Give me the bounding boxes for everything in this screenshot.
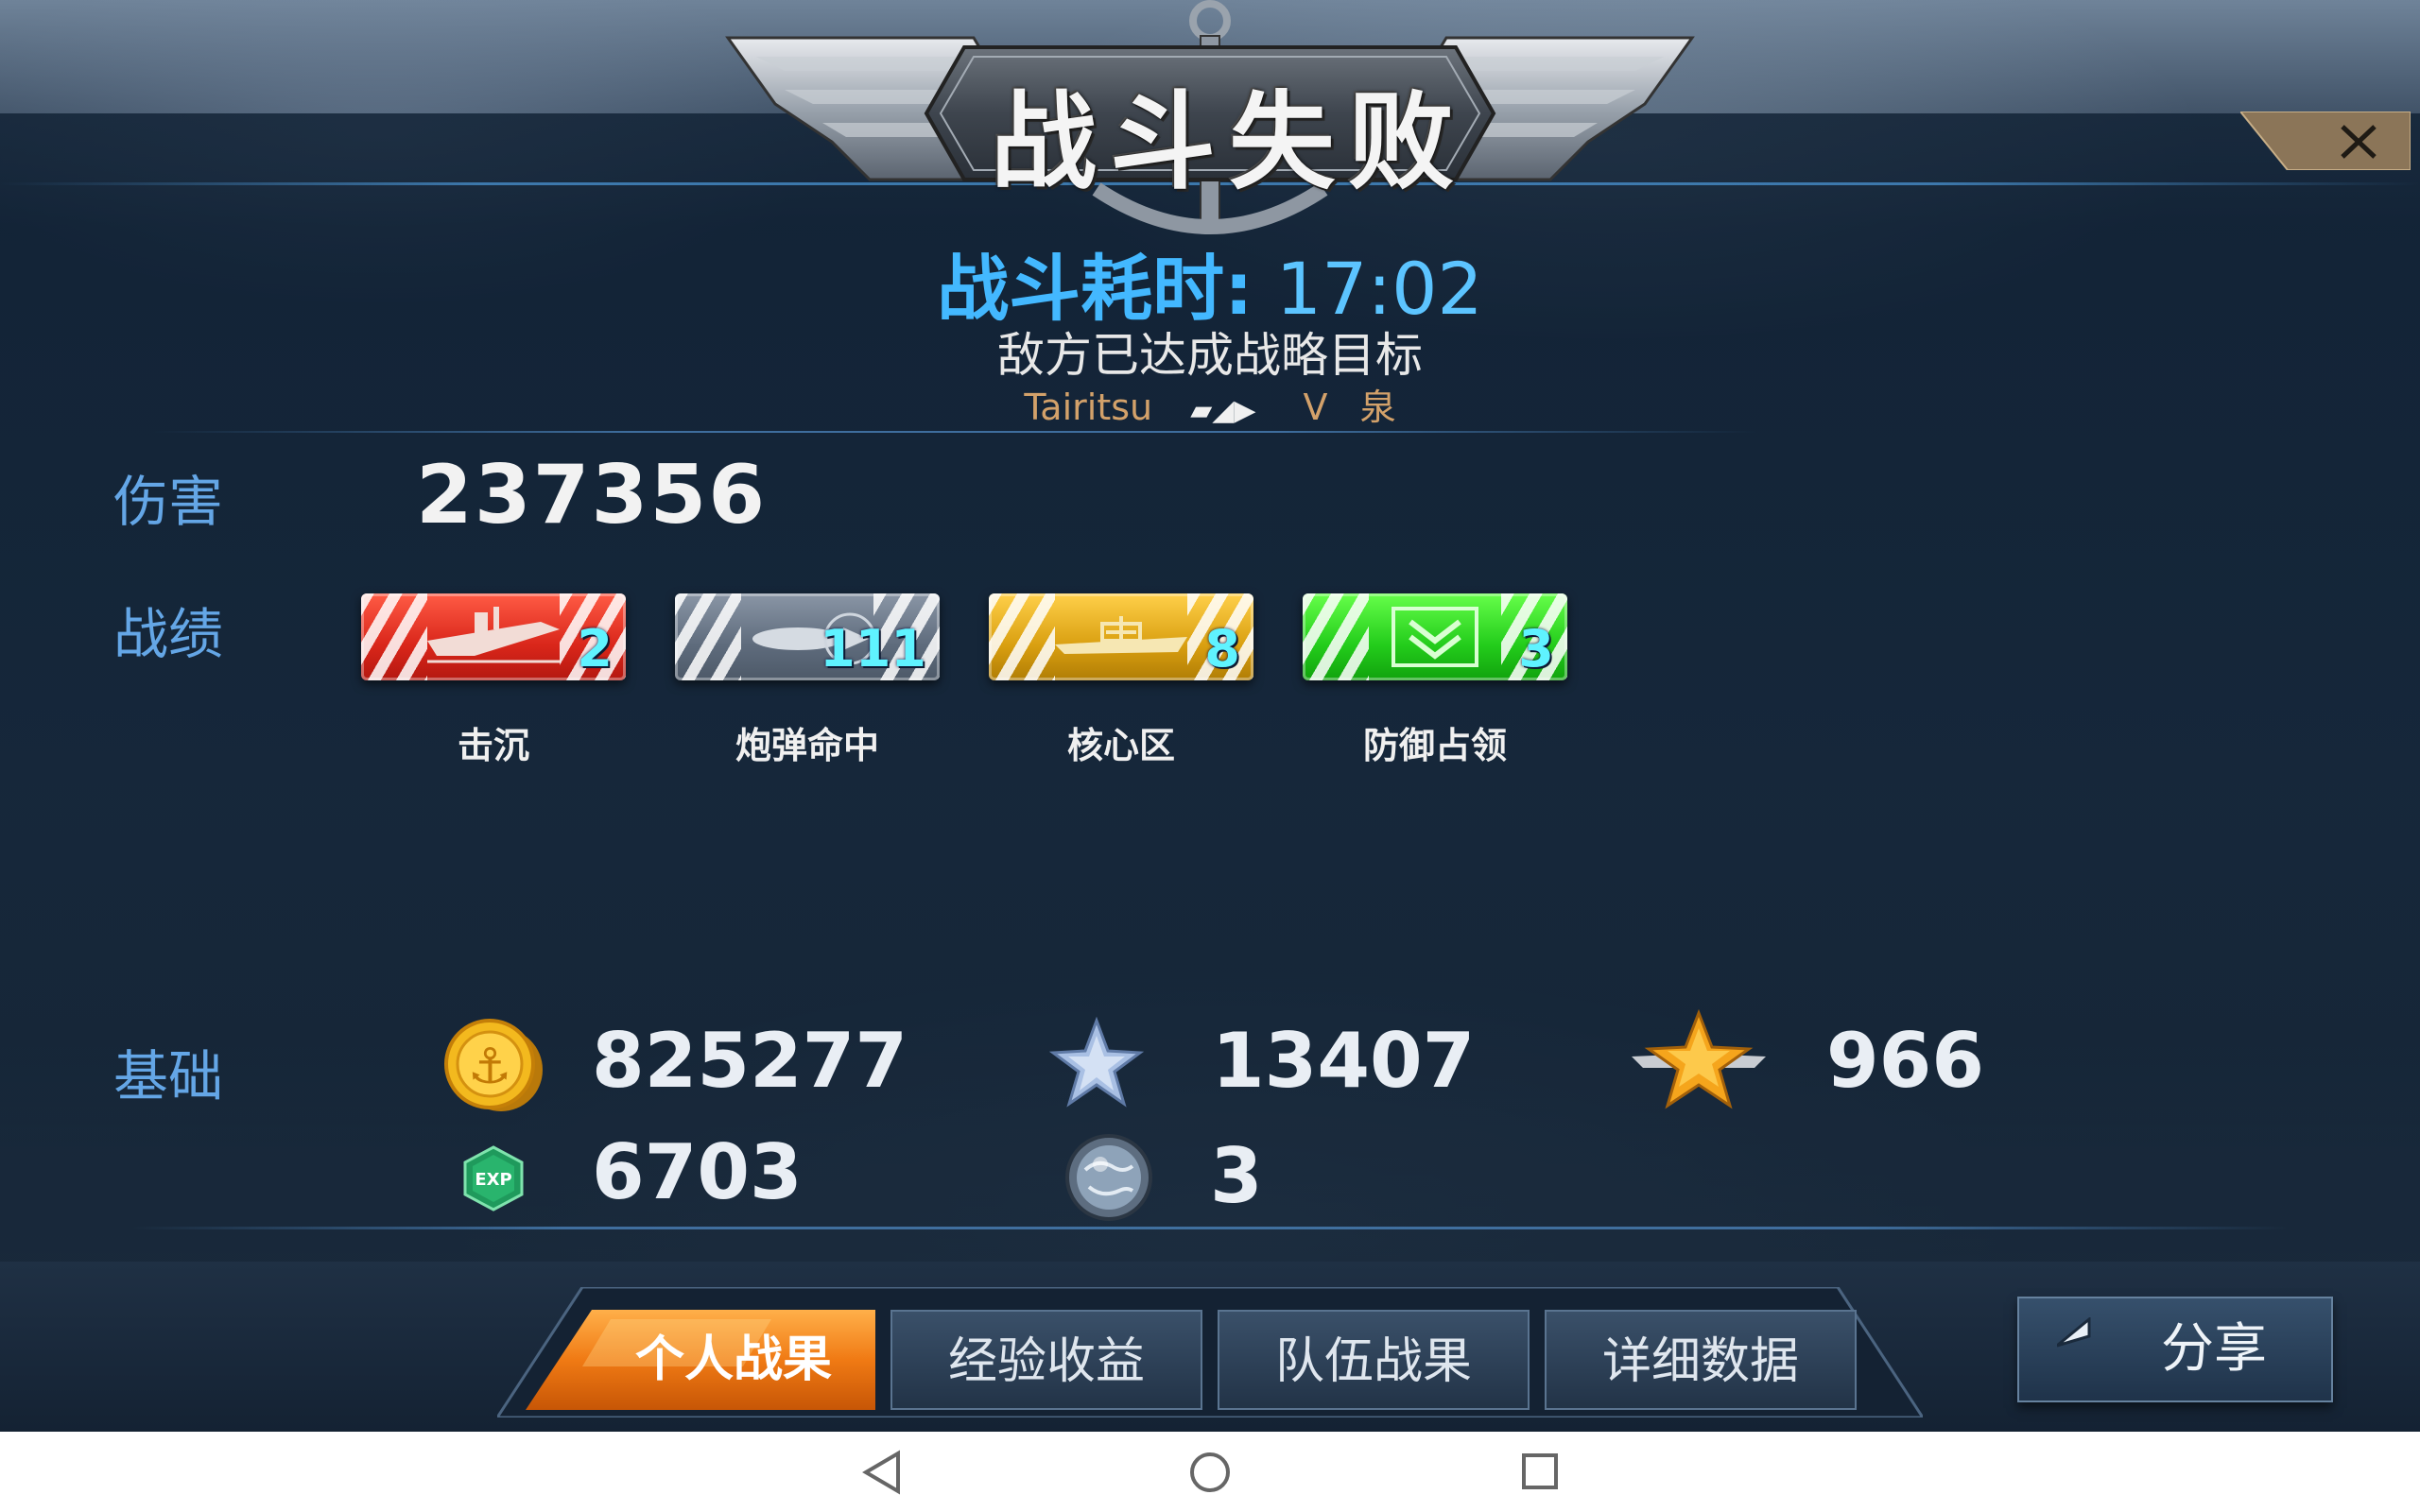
svg-text:⚓: ⚓ <box>468 1039 512 1095</box>
basics-label: 基础 <box>113 1044 224 1108</box>
share-button[interactable]: 分享 <box>2017 1297 2333 1402</box>
close-button[interactable] <box>2240 112 2411 170</box>
shell-hit-caption: 炮弹命中 <box>735 725 879 766</box>
globe-icon <box>1065 1134 1152 1221</box>
tab-team-results[interactable]: 队伍战果 <box>1218 1310 1530 1410</box>
globe-value: 3 <box>1210 1132 1263 1220</box>
rank-arrow-icon: ▰◢▶ <box>1190 394 1256 427</box>
bottom-divider <box>132 1227 2288 1229</box>
achievements-label: 战绩 <box>113 602 224 666</box>
sink-badge[interactable]: 2 <box>361 593 626 680</box>
result-reason: 敌方已达成战略目标 <box>997 328 1423 383</box>
silver-star-value: 13407 <box>1212 1017 1476 1105</box>
battle-result-title: 战斗失败 <box>991 81 1467 204</box>
tab-personal-results[interactable]: 个人战果 <box>592 1310 875 1410</box>
shell-hit-count: 111 <box>820 619 926 679</box>
sink-count: 2 <box>577 619 613 679</box>
tab-detailed-data[interactable]: 详细数据 <box>1545 1310 1857 1410</box>
silver-star-icon <box>1049 1017 1144 1108</box>
back-nav-icon[interactable] <box>855 1446 911 1499</box>
exp-icon-text: EXP <box>475 1170 511 1190</box>
gold-coin-icon: ⚓ <box>444 1019 543 1111</box>
damage-value: 237356 <box>416 448 768 542</box>
shell-hit-badge[interactable]: 111 <box>675 593 940 680</box>
defense-capture-caption: 防御占领 <box>1362 725 1507 766</box>
core-zone-caption: 核心区 <box>1066 725 1175 766</box>
players-line: Tairitsu ▰◢▶ V 泉 <box>0 378 2420 430</box>
gold-star-value: 966 <box>1826 1017 1984 1105</box>
core-zone-icon <box>1055 616 1187 654</box>
sink-caption: 击沉 <box>457 725 529 766</box>
gold-winged-star-icon <box>1632 1009 1766 1109</box>
defense-capture-badge[interactable]: 3 <box>1303 593 1567 680</box>
gold-value: 825277 <box>592 1017 908 1105</box>
core-zone-badge[interactable]: 8 <box>989 593 1253 680</box>
defense-capture-count: 3 <box>1518 619 1554 679</box>
player-name: Tairitsu <box>1024 387 1153 428</box>
sinking-ship-icon <box>427 607 560 663</box>
header-divider <box>151 431 1758 433</box>
defense-capture-icon <box>1392 607 1478 667</box>
share-label: 分享 <box>2161 1318 2267 1380</box>
vs-label: V <box>1303 387 1328 428</box>
damage-label: 伤害 <box>113 470 224 534</box>
share-arrow-icon <box>2057 1317 2091 1348</box>
opponent-name: 泉 <box>1359 387 1396 428</box>
home-nav-icon[interactable] <box>1182 1446 1238 1499</box>
tab-experience-gains[interactable]: 经验收益 <box>890 1310 1202 1410</box>
exp-gem-icon: EXP <box>463 1145 524 1211</box>
recents-nav-icon[interactable] <box>1511 1446 1567 1499</box>
core-zone-count: 8 <box>1204 619 1240 679</box>
exp-value: 6703 <box>592 1128 803 1216</box>
